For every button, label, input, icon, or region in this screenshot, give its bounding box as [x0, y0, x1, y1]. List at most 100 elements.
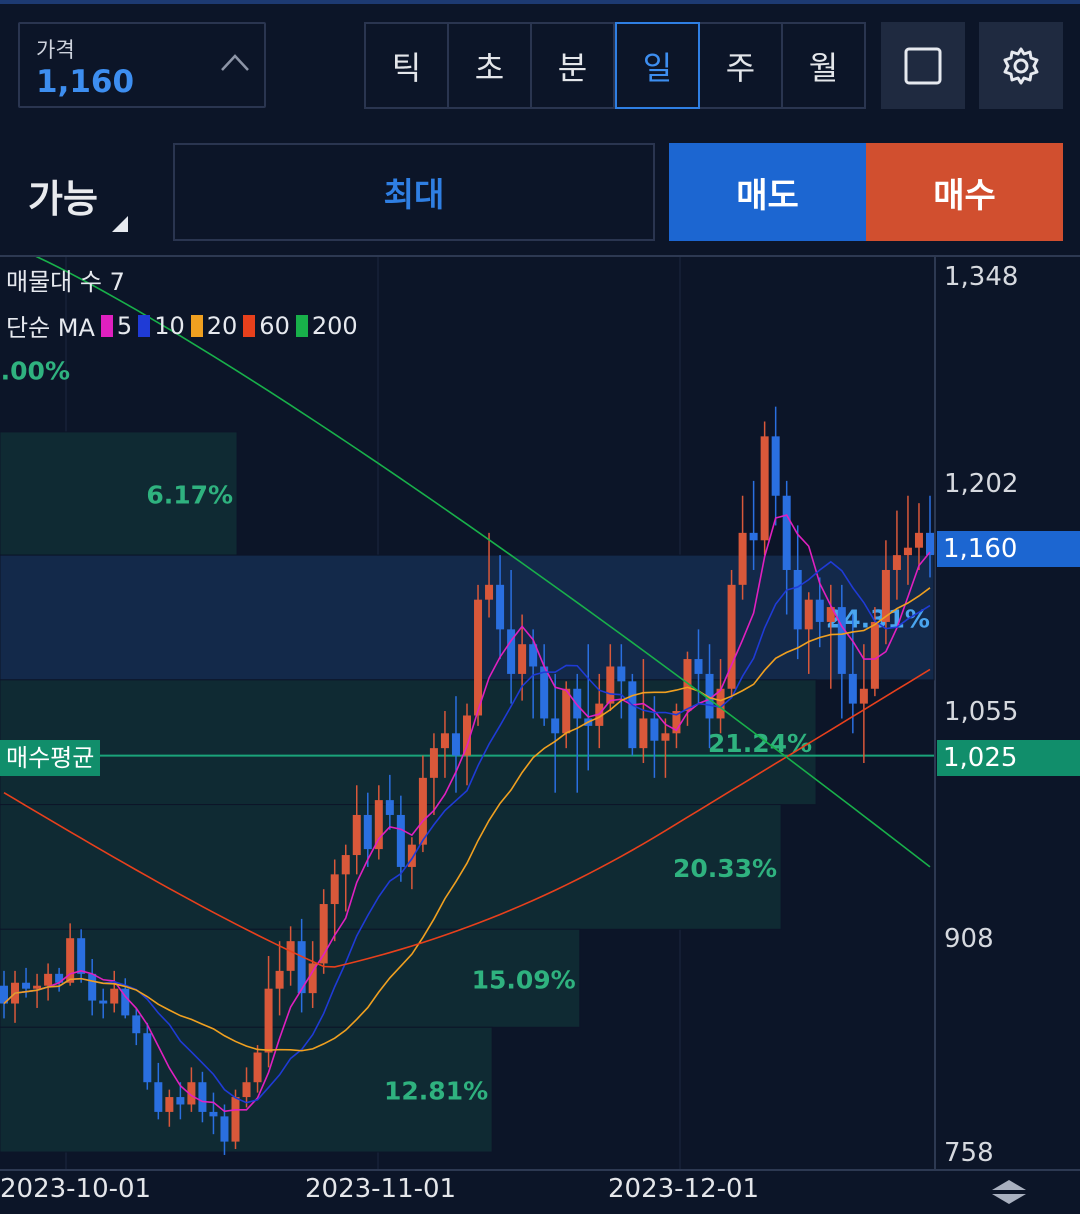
tab-day[interactable]: 일: [615, 22, 700, 109]
price-selector[interactable]: 가격 1,160: [18, 22, 266, 108]
candle-body: [396, 814, 405, 867]
candle-body: [573, 688, 582, 719]
tab-week[interactable]: 주: [700, 24, 783, 107]
candle-body: [220, 1116, 229, 1142]
candle-body: [99, 1000, 108, 1004]
y-axis-tick: 908: [944, 924, 994, 954]
candle-body: [859, 688, 868, 704]
candle-body: [110, 988, 119, 1004]
ma-legend: 단순 MA 5 10 20 60 200: [6, 308, 358, 343]
candle-body: [374, 800, 383, 850]
ma20-label: 20: [206, 311, 238, 340]
candle-body: [286, 941, 295, 971]
square-icon: [904, 47, 942, 84]
candle-body: [440, 733, 449, 749]
gear-icon: [1003, 47, 1039, 84]
tab-tick[interactable]: 틱: [366, 24, 449, 107]
volume-profile-label: 12.81%: [384, 1077, 488, 1106]
ma60-label: 60: [259, 311, 290, 340]
buy-button[interactable]: 매수: [866, 143, 1063, 241]
candle-body: [926, 532, 934, 556]
ma10-swatch: [138, 314, 151, 337]
candle-body: [650, 718, 659, 741]
candle-body: [385, 800, 394, 815]
candle-body: [154, 1082, 163, 1112]
y-axis-tick: 1,055: [944, 697, 1019, 727]
sell-button[interactable]: 매도: [669, 143, 866, 241]
candle-body: [804, 599, 813, 630]
candle-body: [474, 599, 483, 716]
avg-price-tag: 1,025: [937, 740, 1080, 776]
chevron-up-icon[interactable]: [220, 52, 250, 72]
candle-body: [176, 1097, 185, 1105]
candle-body: [892, 555, 901, 570]
candle-body: [198, 1082, 207, 1112]
candle-body: [88, 973, 97, 1001]
ma200-label: 200: [311, 311, 358, 340]
candle-body: [639, 718, 648, 749]
candle-body: [562, 688, 571, 734]
candle-body: [793, 569, 802, 630]
y-axis-tick: 1,348: [944, 262, 1019, 292]
candle-body: [253, 1052, 262, 1083]
candle-body: [451, 733, 460, 756]
chart-scroll-handle-icon[interactable]: [990, 1178, 1028, 1206]
volume-profile-title: 매물대 수 7: [6, 268, 125, 296]
candle-body: [275, 970, 284, 989]
ma5-label: 5: [116, 311, 133, 340]
y-axis-tick: 758: [944, 1138, 994, 1168]
candle-body: [485, 584, 494, 600]
price-label: 가격: [36, 38, 75, 62]
tab-second[interactable]: 초: [449, 24, 532, 107]
candle-body: [242, 1082, 251, 1098]
candle-body: [330, 874, 339, 905]
candle-body: [209, 1111, 218, 1117]
candle-body: [870, 621, 879, 689]
candle-body: [363, 814, 372, 850]
current-price-tag: 1,160: [937, 531, 1080, 567]
candle-body: [848, 673, 857, 704]
candle-body: [77, 938, 86, 974]
fullscreen-button[interactable]: [881, 22, 965, 109]
ma200-swatch: [295, 314, 308, 337]
dropdown-triangle-icon[interactable]: [110, 216, 128, 232]
candle-body: [231, 1097, 240, 1142]
candle-body: [738, 532, 747, 585]
candle-body: [518, 644, 527, 674]
candle-body: [815, 599, 824, 622]
tab-minute[interactable]: 분: [532, 24, 615, 107]
settings-button[interactable]: [979, 22, 1063, 109]
candle-body: [551, 718, 560, 734]
candle-body: [628, 681, 637, 749]
avg-buy-label: 매수평균: [0, 740, 101, 776]
y-axis-tick: 1,202: [944, 469, 1019, 499]
ma5-swatch: [100, 314, 113, 337]
candlestick-chart[interactable]: 6.17%24.31%21.24%20.33%15.09%12.81%0.00%: [0, 257, 1080, 1214]
candle-body: [22, 982, 31, 989]
max-quantity-button[interactable]: 최대: [173, 143, 655, 241]
ma10-label: 10: [154, 311, 185, 340]
candle-body: [903, 547, 912, 556]
candle-body: [661, 733, 670, 741]
candle-body: [837, 607, 846, 674]
x-axis-tick: 2023-10-01: [0, 1174, 152, 1204]
period-tabs: 틱 초 분 일 주 월: [364, 22, 866, 109]
top-accent-bar: [0, 0, 1080, 4]
available-label[interactable]: 가능: [28, 168, 98, 223]
candle-body: [760, 436, 769, 541]
x-axis-tick: 2023-11-01: [305, 1174, 457, 1204]
volume-profile-bar: [0, 679, 817, 806]
ma20-swatch: [190, 314, 203, 337]
volume-profile-label: 0.00%: [0, 357, 70, 386]
volume-profile-label: 6.17%: [146, 481, 233, 510]
price-value: 1,160: [36, 64, 135, 100]
ma60-swatch: [243, 314, 256, 337]
candle-body: [606, 666, 615, 704]
candle-body: [264, 988, 273, 1053]
candle-body: [771, 436, 780, 496]
candle-body: [418, 777, 427, 845]
candle-body: [165, 1097, 174, 1112]
candle-body: [33, 985, 42, 989]
volume-profile-label: 21.24%: [708, 729, 812, 758]
tab-month[interactable]: 월: [783, 24, 864, 107]
